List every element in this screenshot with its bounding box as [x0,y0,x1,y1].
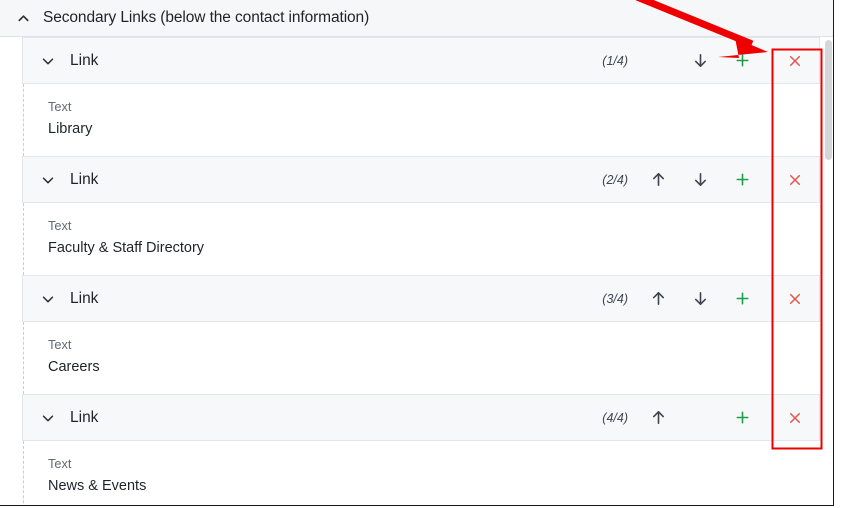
link-item-title: Link [70,170,99,188]
link-item-body: Text Faculty & Staff Directory [23,203,820,276]
text-field-value[interactable]: Careers [48,356,820,379]
text-field-label: Text [48,456,72,472]
add-item-button[interactable] [728,276,757,321]
remove-item-button[interactable] [771,276,819,321]
text-field-label: Text [48,99,72,114]
text-field-value[interactable]: Faculty & Staff Directory [48,237,820,260]
remove-item-button[interactable] [771,157,819,202]
chevron-up-icon[interactable] [14,9,32,27]
link-item-body: Text News & Events [23,441,820,505]
link-item-header[interactable]: Link (3/4) [22,275,820,323]
scrollbar-thumb[interactable] [825,40,832,160]
text-field-group: Text Library [24,97,820,141]
add-item-button[interactable] [728,38,757,83]
link-item-body: Text Careers [23,322,820,395]
move-up-placeholder [644,38,673,83]
chevron-down-icon[interactable] [38,289,58,309]
link-item-counter: (2/4) [602,172,628,187]
text-field-label: Text [48,337,72,353]
text-field-group: Text Faculty & Staff Directory [24,216,820,260]
link-item-title: Link [70,51,99,69]
link-item: Link (3/4) Text Careers [22,275,820,395]
move-up-button[interactable] [644,276,673,321]
screenshot-root: Secondary Links (below the contact infor… [0,0,847,508]
page-title: Secondary Links (below the contact infor… [43,9,370,26]
link-item-header[interactable]: Link (2/4) [22,156,820,204]
move-down-placeholder [686,395,715,440]
links-list: Link (1/4) Text Library Link (2/4) Text Fac… [0,37,833,505]
link-item-counter: (3/4) [602,291,628,306]
link-item-body: Text Library [23,84,820,157]
link-item-title: Link [70,289,99,307]
text-field-value[interactable]: Library [48,118,820,141]
chevron-down-icon[interactable] [38,170,58,190]
text-field-label: Text [48,218,72,234]
link-item-counter: (1/4) [602,53,628,68]
move-down-button[interactable] [686,157,715,202]
link-item: Link (4/4) Text News & Events [22,394,820,505]
move-down-button[interactable] [686,38,715,83]
link-item: Link (2/4) Text Faculty & Staff Directory [22,156,820,276]
link-item-header[interactable]: Link (1/4) [22,37,820,84]
text-field-value[interactable]: News & Events [48,475,820,498]
add-item-button[interactable] [728,395,757,440]
text-field-group: Text Careers [24,335,820,379]
link-item: Link (1/4) Text Library [22,37,820,157]
remove-item-button[interactable] [771,38,819,83]
move-up-button[interactable] [644,157,673,202]
move-up-button[interactable] [644,395,673,440]
move-down-button[interactable] [686,276,715,321]
text-field-group: Text News & Events [24,454,820,498]
section-header[interactable]: Secondary Links (below the contact infor… [0,0,833,37]
chevron-down-icon[interactable] [38,408,58,428]
link-item-counter: (4/4) [602,410,628,425]
chevron-down-icon[interactable] [38,51,58,71]
panel-frame: Secondary Links (below the contact infor… [0,0,834,506]
link-item-title: Link [70,408,99,426]
add-item-button[interactable] [728,157,757,202]
link-item-header[interactable]: Link (4/4) [22,394,820,442]
remove-item-button[interactable] [771,395,819,440]
vertical-scrollbar[interactable] [821,37,833,505]
